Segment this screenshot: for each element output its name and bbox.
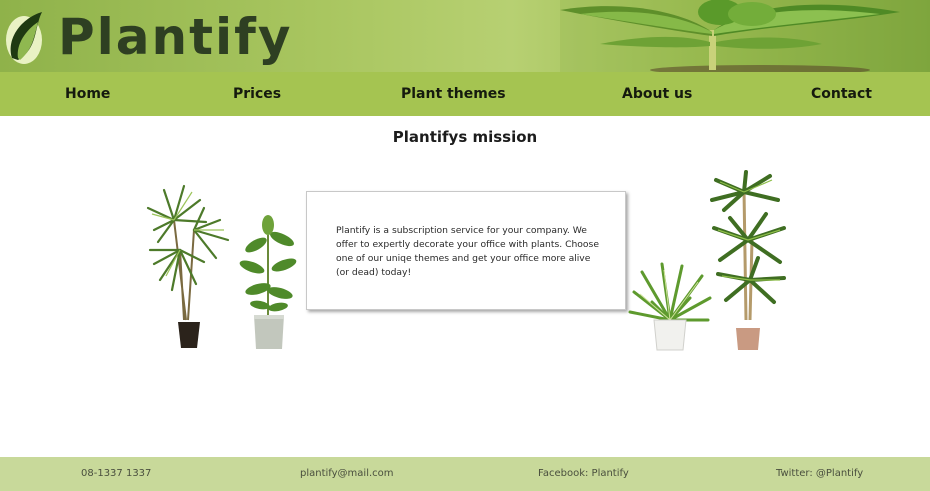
page-title: Plantifys mission — [392, 128, 538, 146]
leaf-logo-icon[interactable] — [4, 8, 48, 66]
nav-item-plant-themes[interactable]: Plant themes — [401, 72, 506, 116]
header-banner: Plantify — [0, 0, 930, 72]
corn-plant-image — [710, 170, 786, 350]
footer: 08-1337 1337 plantify@mail.com Facebook:… — [0, 457, 930, 491]
nav-item-prices[interactable]: Prices — [233, 72, 281, 116]
brand-name[interactable]: Plantify — [58, 4, 293, 70]
nav-item-contact[interactable]: Contact — [811, 72, 872, 116]
mission-box: Plantify is a subscription service for y… — [306, 191, 626, 310]
footer-phone: 08-1337 1337 — [81, 468, 152, 479]
dracaena-plant-image — [146, 184, 230, 348]
footer-email-link[interactable]: plantify@mail.com — [300, 457, 394, 491]
footer-facebook-link[interactable]: Facebook: Plantify — [538, 457, 629, 491]
seedling-banner-image — [560, 0, 930, 72]
footer-twitter-link[interactable]: Twitter: @Plantify — [776, 457, 863, 491]
spider-plant-image — [628, 262, 712, 351]
main-nav: Home Prices Plant themes About us Contac… — [0, 72, 930, 116]
nav-item-about-us[interactable]: About us — [622, 72, 692, 116]
palm-plant-image — [239, 215, 297, 349]
nav-item-home[interactable]: Home — [65, 72, 110, 116]
mission-text: Plantify is a subscription service for y… — [336, 225, 599, 278]
